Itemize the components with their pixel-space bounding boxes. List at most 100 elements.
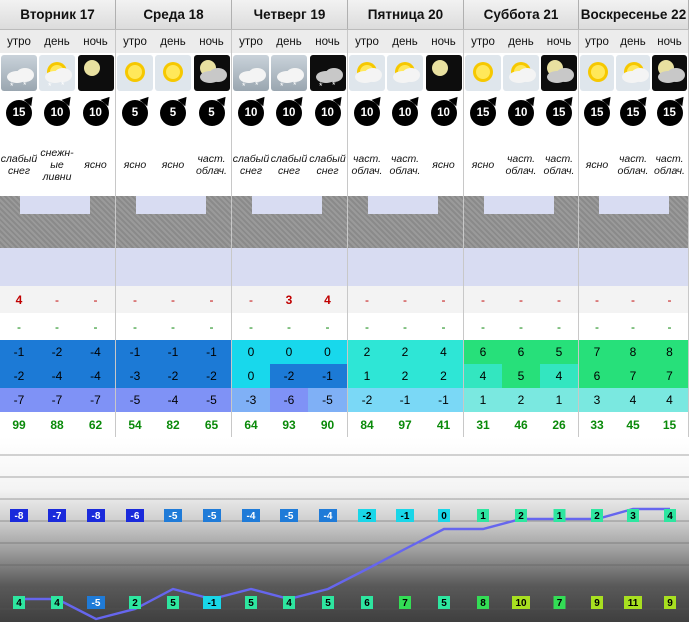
temperature-value: 7 — [615, 364, 651, 388]
chart-bottom-label: 9 — [664, 596, 676, 609]
svg-text:-4: -4 — [247, 511, 256, 522]
wind-cell: 15 — [651, 93, 689, 133]
wind-speed-badge: 10 — [276, 100, 302, 126]
precipitation-map-row — [0, 196, 689, 286]
snow-row: ------------------ — [0, 313, 689, 340]
svg-text:2: 2 — [594, 511, 600, 522]
cloud-snow-night-icon: * * — [309, 55, 346, 91]
chart-top-label: 3 — [627, 509, 639, 522]
temperature-value: 0 — [308, 340, 348, 364]
day-header[interactable]: Среда 18 — [116, 0, 232, 29]
chart-top-label: -5 — [280, 509, 298, 522]
temperature-value: 0 — [232, 340, 270, 364]
wind-cell: 5 — [192, 93, 232, 133]
day-header[interactable]: Суббота 21 — [464, 0, 579, 29]
temperature-value: -1 — [154, 340, 192, 364]
chart-top-label: 0 — [438, 509, 450, 522]
humidity-value: 97 — [398, 417, 412, 432]
chart-top-label: -1 — [396, 509, 414, 522]
precipitation-value: - — [519, 292, 523, 307]
precipitation-value: - — [424, 286, 464, 313]
chart-bottom-label: 9 — [591, 596, 603, 609]
wind-cell: 10 — [232, 93, 270, 133]
svg-text:5: 5 — [170, 598, 176, 609]
sun-cloud-icon — [503, 55, 539, 91]
temperature-value: 4 — [464, 364, 502, 388]
wind-cell: 15 — [540, 93, 579, 133]
cloud-snow-icon: * * — [271, 55, 307, 91]
wind-cell: 10 — [308, 93, 348, 133]
precipitation-value: - — [133, 292, 137, 307]
svg-text:5: 5 — [248, 598, 254, 609]
chart-top-label: -7 — [48, 509, 66, 522]
precipitation-value: 3 — [285, 292, 293, 307]
temperature-value: -1 — [308, 364, 348, 388]
chart-top-label: -5 — [203, 509, 221, 522]
wind-cell: 15 — [0, 93, 38, 133]
time-of-day-label: ночь — [424, 30, 464, 53]
weather-description: част. облач. — [651, 133, 689, 196]
weather-icon-cell: * * — [270, 53, 308, 93]
svg-text:5: 5 — [441, 598, 447, 609]
svg-text:2: 2 — [132, 598, 138, 609]
temperature-value: -3 — [116, 364, 154, 388]
temperature-row-3: -7 -7 -7 -5 -4 -5 -3 -6 -5 -2 -1 -1 1 2 1 3 4 4 — [0, 388, 689, 412]
snow-value: - — [192, 313, 232, 340]
time-of-day-label: день — [160, 35, 186, 48]
temperature-value: 4 — [540, 364, 579, 388]
chart-bottom-label: 5 — [245, 596, 257, 609]
precipitation-map[interactable] — [232, 196, 348, 286]
snow-value: - — [424, 313, 464, 340]
wind-speed-badge: 10 — [430, 100, 457, 126]
chart-bottom-label: 6 — [361, 596, 373, 609]
snow-value: - — [481, 319, 485, 334]
svg-text:1: 1 — [557, 511, 563, 522]
temperature-row-2: -2 -4 -4 -3 -2 -2 0 -2 -1 1 2 2 4 5 4 6 7 7 — [0, 364, 689, 388]
svg-text:6: 6 — [364, 598, 370, 609]
time-of-day-label: утро — [239, 35, 263, 48]
chart-bottom-label: 11 — [624, 596, 642, 609]
svg-text:-4: -4 — [324, 511, 333, 522]
svg-text:3: 3 — [630, 511, 636, 522]
day-header[interactable]: Пятница 20 — [348, 0, 464, 29]
precipitation-map[interactable] — [0, 196, 116, 286]
humidity-value: 46 — [514, 417, 528, 432]
temperature-value: 1 — [464, 388, 502, 412]
wind-cell: 10 — [38, 93, 76, 133]
temperature-value: 4 — [615, 388, 651, 412]
humidity-value: 82 — [166, 417, 180, 432]
wind-speed-badge: 10 — [44, 100, 70, 126]
svg-text:4: 4 — [286, 598, 292, 609]
chart-top-label: -8 — [87, 509, 105, 522]
day-header[interactable]: Четверг 19 — [232, 0, 348, 29]
svg-text:*: * — [332, 80, 336, 90]
forecast-table: Вторник 17 Среда 18 Четверг 19 Пятница 20 Су… — [0, 0, 689, 461]
chart-bottom-label: 4 — [283, 596, 295, 609]
precipitation-map[interactable] — [116, 196, 232, 286]
time-of-day-label: утро — [123, 35, 147, 48]
chart-svg: -8 -7 -8 -6 -5 -5 -4 -5 -4 -2 -1 0 1 2 1 2 3 4 4 4 -5 2 5 -1 5 4 5… — [0, 454, 689, 621]
day-header[interactable]: Вторник 17 — [0, 0, 116, 29]
chart-bottom-label: 7 — [553, 596, 566, 609]
precipitation-map[interactable] — [464, 196, 579, 286]
temperature-value: 4 — [651, 388, 689, 412]
precipitation-map[interactable] — [348, 196, 464, 286]
wind-speed-badge: 5 — [160, 100, 186, 126]
temperature-value: 0 — [232, 364, 270, 388]
day-header-row: Вторник 17 Среда 18 Четверг 19 Пятница 20 Су… — [0, 0, 689, 30]
wind-cell: 10 — [502, 93, 540, 133]
chart-top-label: -4 — [242, 509, 260, 522]
time-of-day-row: утро день ночь утро день ночь утро день ночь утро… — [0, 30, 689, 53]
wind-speed-badge: 15 — [546, 100, 572, 126]
svg-text:-5: -5 — [208, 511, 217, 522]
weather-forecast-widget: Вторник 17 Среда 18 Четверг 19 Пятница 20 Су… — [0, 0, 689, 622]
weather-icon-row: * * * * * * * * * * — [0, 53, 689, 93]
svg-text:*: * — [293, 80, 297, 90]
svg-text:7: 7 — [402, 598, 408, 609]
day-header[interactable]: Воскресенье 22 — [579, 0, 689, 29]
weather-description: слабый снег — [232, 152, 270, 177]
chart-bottom-label: 2 — [129, 596, 141, 609]
temperature-value: -5 — [192, 388, 232, 412]
precipitation-map[interactable] — [579, 196, 689, 286]
time-of-day-label: день — [44, 35, 70, 48]
